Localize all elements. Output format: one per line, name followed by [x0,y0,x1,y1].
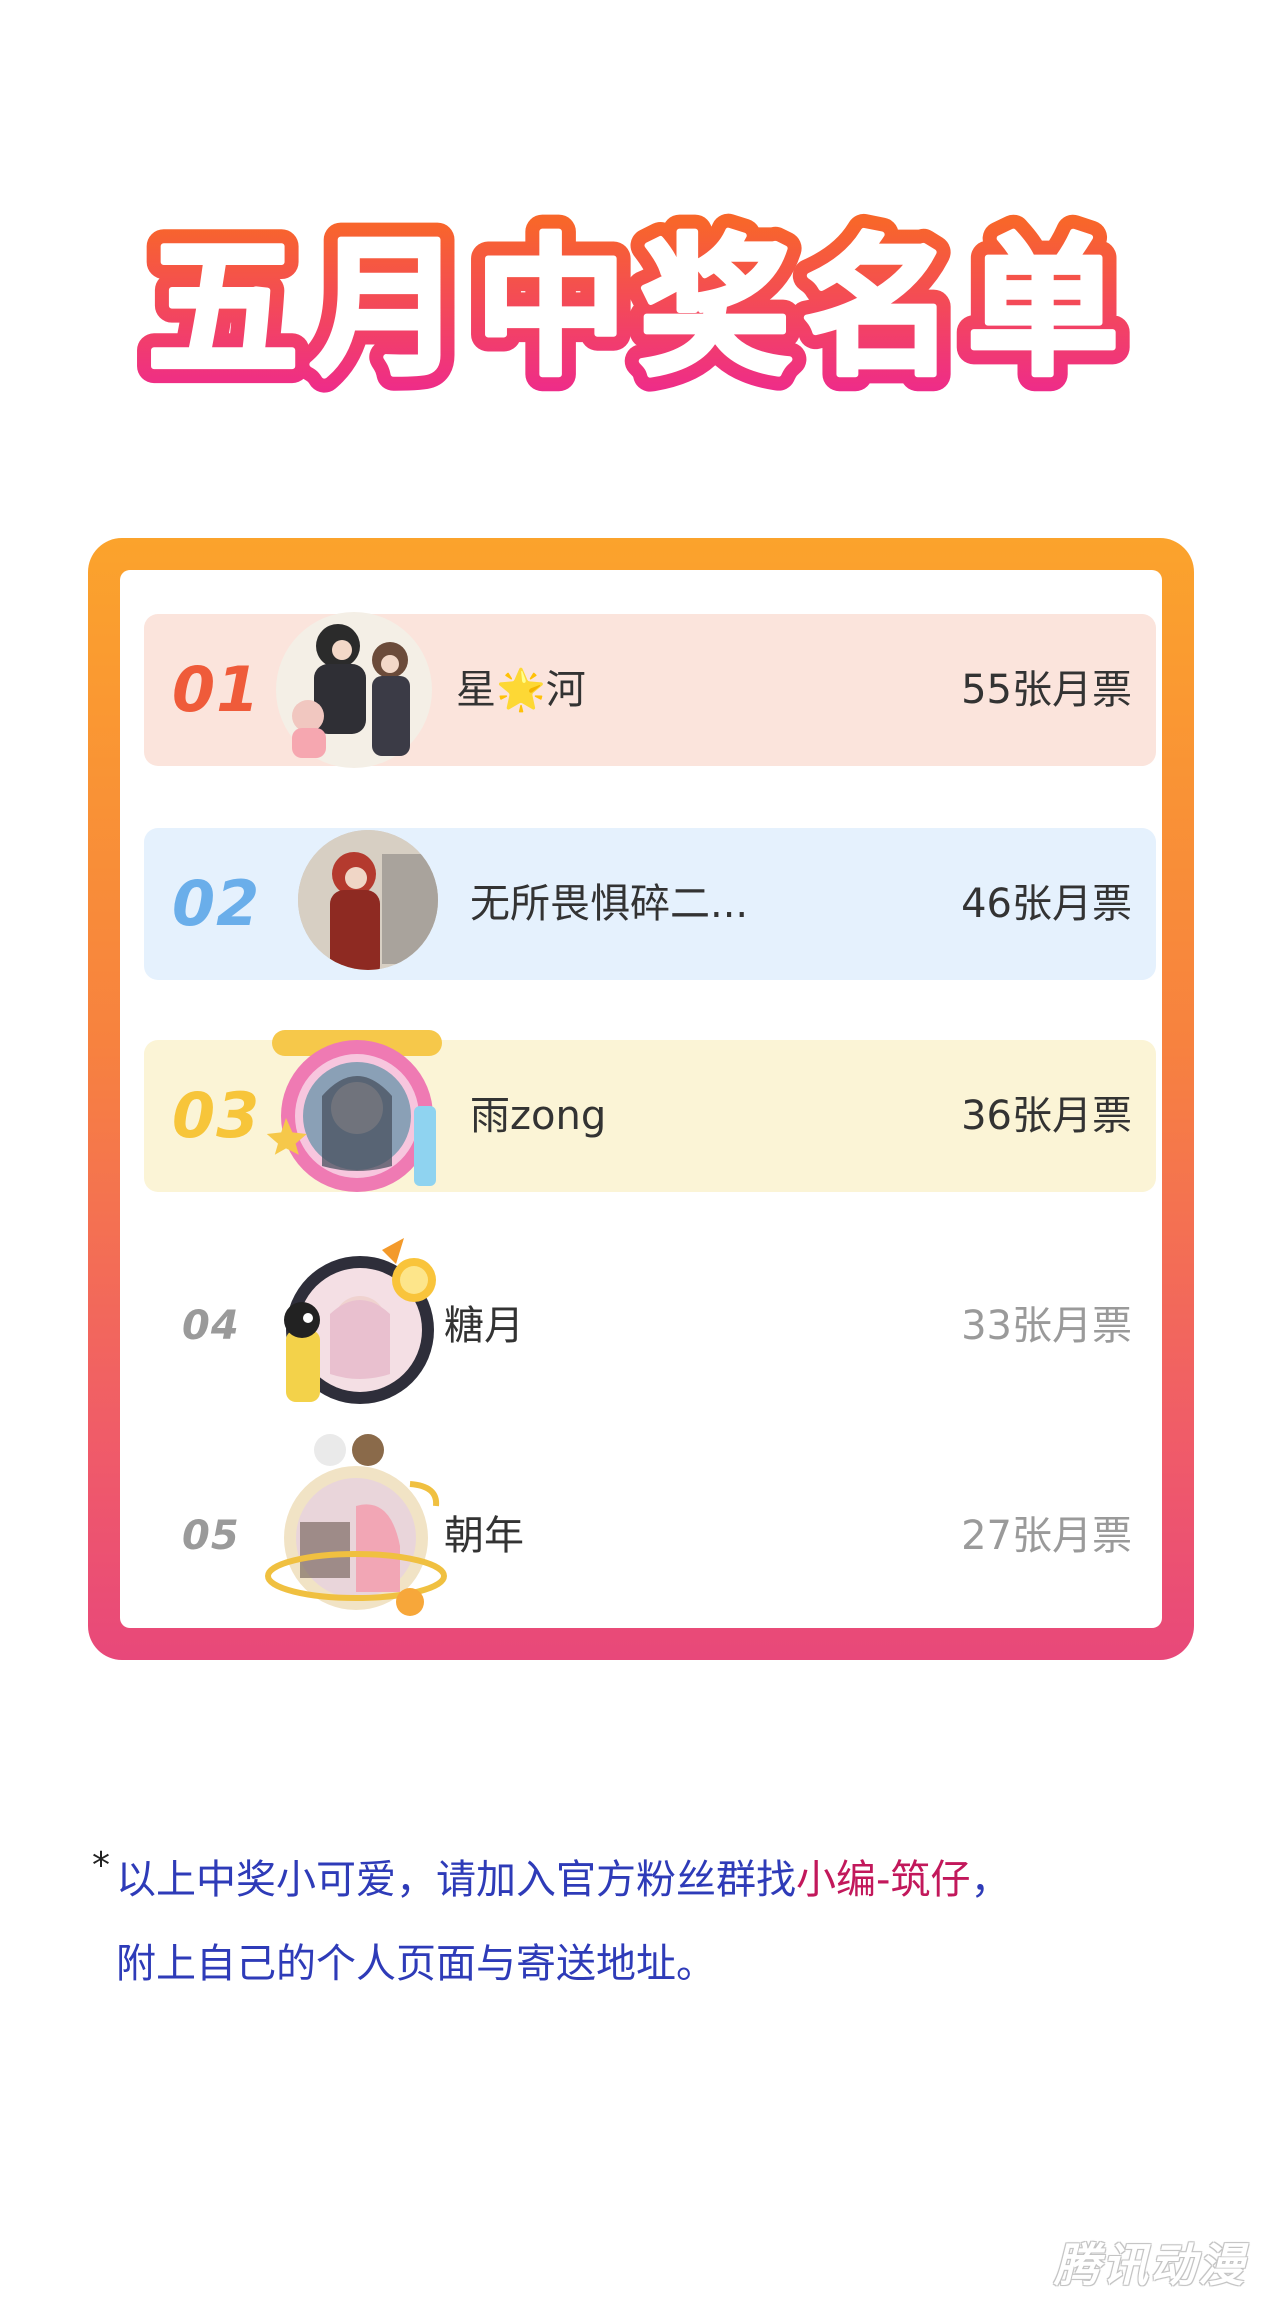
winner-name: 糖月 [444,1303,524,1349]
winner-row-5: 05 朝年 27张月票 [144,1434,1156,1616]
winners-card: 01 星🌟河 55张月票 02 无所畏惧碎二... 46张月票 03 雨zong… [88,538,1194,1660]
winner-row-3: 03 雨zong 36张月票 [144,1030,1156,1192]
title-graphic: 五月中奖名单 五月中奖名单 [131,205,1135,413]
winner-instructions: * 以上中奖小可爱，请加入官方粉丝群找小编-筑仔， 附上自己的个人页面与寄送地址… [92,1838,1236,2006]
editor-contact: 小编-筑仔 [796,1857,971,1903]
vote-count: 27张月票 [961,1513,1132,1559]
note-line2-text: 附上自己的个人页面与寄送地址。 [116,1941,716,1987]
avatar-red-hair-icon [282,814,454,986]
note-line1-end: ， [970,1857,1011,1903]
tencent-comics-watermark: 腾讯动漫 [1054,2238,1246,2292]
rank-label: 03 [172,1079,261,1152]
vote-count: 36张月票 [961,1093,1132,1139]
avatar-pink-frame-icon [262,1016,452,1206]
note-line1-text: 以上中奖小可爱，请加入官方粉丝群找 [116,1857,796,1903]
winner-name: 无所畏惧碎二... [470,881,749,927]
winner-row-4: 04 糖月 33张月票 [144,1238,1156,1404]
rank-label: 02 [172,867,261,940]
vote-count: 33张月票 [961,1303,1132,1349]
vote-count: 55张月票 [961,667,1132,713]
winner-row-2: 02 无所畏惧碎二... 46张月票 [144,828,1156,980]
page-title: 五月中奖名单 五月中奖名单 [0,200,1280,420]
avatar-group-icon [268,604,440,776]
vote-count: 46张月票 [961,881,1132,927]
asterisk-icon: * [92,1845,110,1886]
title-text: 五月中奖名单 [148,222,1132,396]
winner-name: 朝年 [444,1513,524,1559]
winner-name: 星🌟河 [456,667,586,713]
avatar-lemon-frame-icon [264,1234,450,1420]
winner-row-1: 01 星🌟河 55张月票 [144,612,1156,768]
winners-list: 01 星🌟河 55张月票 02 无所畏惧碎二... 46张月票 03 雨zong… [120,570,1162,1628]
rank-label: 04 [182,1303,240,1349]
rank-label: 05 [182,1513,240,1559]
winner-name: 雨zong [470,1093,607,1139]
avatar-planet-frame-icon [260,1426,450,1626]
rank-label: 01 [172,653,261,726]
